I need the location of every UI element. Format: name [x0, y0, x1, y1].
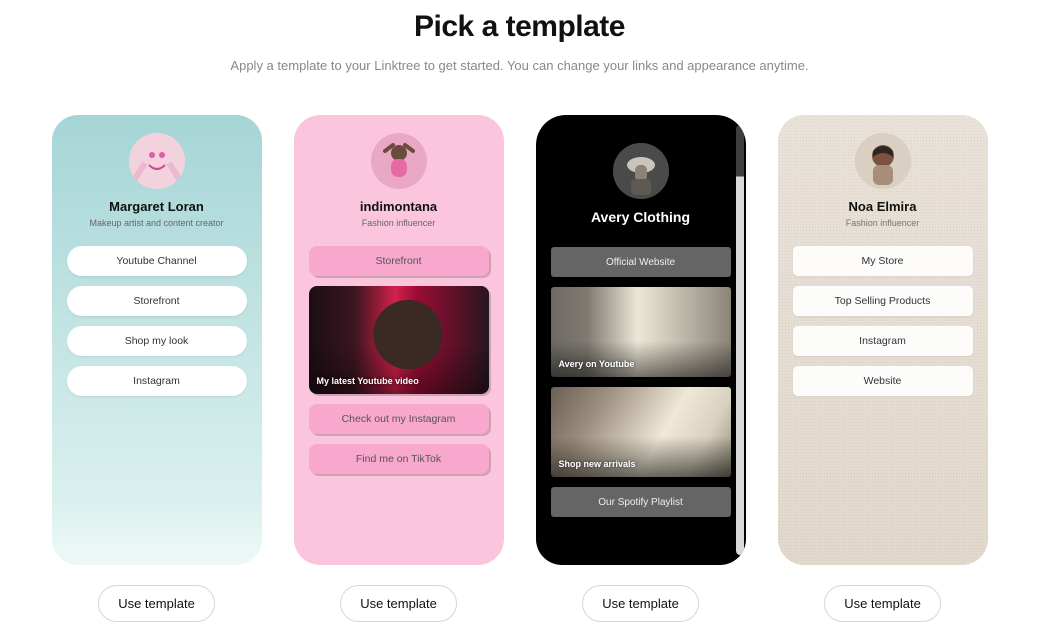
links-list: My Store Top Selling Products Instagram … [790, 246, 976, 396]
links-list: Youtube Channel Storefront Shop my look … [64, 246, 250, 396]
profile-name: Noa Elmira [849, 199, 917, 214]
profile-name: indimontana [360, 199, 437, 214]
link-label: Storefront [375, 255, 421, 267]
template-column-1: Margaret Loran Makeup artist and content… [52, 115, 262, 622]
media-caption: Avery on Youtube [559, 359, 635, 369]
media-shop-arrivals[interactable]: Shop new arrivals [551, 387, 731, 477]
media-youtube-video[interactable]: My latest Youtube video [309, 286, 489, 394]
link-label: Top Selling Products [835, 295, 931, 307]
template-column-4: Noa Elmira Fashion influencer My Store T… [778, 115, 988, 622]
link-youtube-channel[interactable]: Youtube Channel [67, 246, 247, 276]
link-shop-my-look[interactable]: Shop my look [67, 326, 247, 356]
page-subtitle: Apply a template to your Linktree to get… [0, 58, 1039, 73]
use-template-button[interactable]: Use template [582, 585, 699, 622]
profile-tagline: Makeup artist and content creator [89, 218, 223, 228]
profile-tagline: Fashion influencer [846, 218, 920, 228]
template-card-avery[interactable]: Avery Clothing Official Website Avery on… [536, 115, 746, 565]
media-caption: Shop new arrivals [559, 459, 636, 469]
use-template-button[interactable]: Use template [340, 585, 457, 622]
link-storefront[interactable]: Storefront [67, 286, 247, 316]
profile-name: Avery Clothing [591, 209, 690, 225]
link-label: Website [864, 375, 902, 387]
link-official-website[interactable]: Official Website [551, 247, 731, 277]
template-card-noa[interactable]: Noa Elmira Fashion influencer My Store T… [778, 115, 988, 565]
page-title: Pick a template [0, 10, 1039, 44]
template-column-3: Avery Clothing Official Website Avery on… [536, 115, 746, 622]
link-my-store[interactable]: My Store [793, 246, 973, 276]
avatar [855, 133, 911, 189]
link-label: Youtube Channel [116, 255, 196, 267]
template-grid: Margaret Loran Makeup artist and content… [0, 115, 1039, 622]
links-list: Official Website Avery on Youtube Shop n… [548, 247, 734, 517]
template-card-indimontana[interactable]: indimontana Fashion influencer Storefron… [294, 115, 504, 565]
link-storefront[interactable]: Storefront [309, 246, 489, 276]
link-label: Check out my Instagram [342, 413, 456, 425]
links-list: Storefront My latest Youtube video Check… [306, 246, 492, 474]
use-template-button[interactable]: Use template [98, 585, 215, 622]
template-column-2: indimontana Fashion influencer Storefron… [294, 115, 504, 622]
link-label: Find me on TikTok [356, 453, 441, 465]
template-card-margaret[interactable]: Margaret Loran Makeup artist and content… [52, 115, 262, 565]
profile-name: Margaret Loran [109, 199, 204, 214]
link-instagram[interactable]: Instagram [67, 366, 247, 396]
link-label: Our Spotify Playlist [598, 497, 682, 508]
link-label: My Store [861, 255, 903, 267]
use-template-button[interactable]: Use template [824, 585, 941, 622]
avatar [613, 143, 669, 199]
link-label: Official Website [606, 257, 675, 268]
media-caption: My latest Youtube video [317, 376, 419, 386]
media-youtube[interactable]: Avery on Youtube [551, 287, 731, 377]
link-label: Instagram [133, 375, 180, 387]
link-instagram[interactable]: Instagram [793, 326, 973, 356]
profile-tagline: Fashion influencer [362, 218, 436, 228]
link-instagram[interactable]: Check out my Instagram [309, 404, 489, 434]
avatar [371, 133, 427, 189]
avatar [129, 133, 185, 189]
link-tiktok[interactable]: Find me on TikTok [309, 444, 489, 474]
link-top-selling[interactable]: Top Selling Products [793, 286, 973, 316]
link-label: Storefront [133, 295, 179, 307]
link-label: Shop my look [125, 335, 189, 347]
link-spotify-playlist[interactable]: Our Spotify Playlist [551, 487, 731, 517]
link-label: Instagram [859, 335, 906, 347]
link-website[interactable]: Website [793, 366, 973, 396]
